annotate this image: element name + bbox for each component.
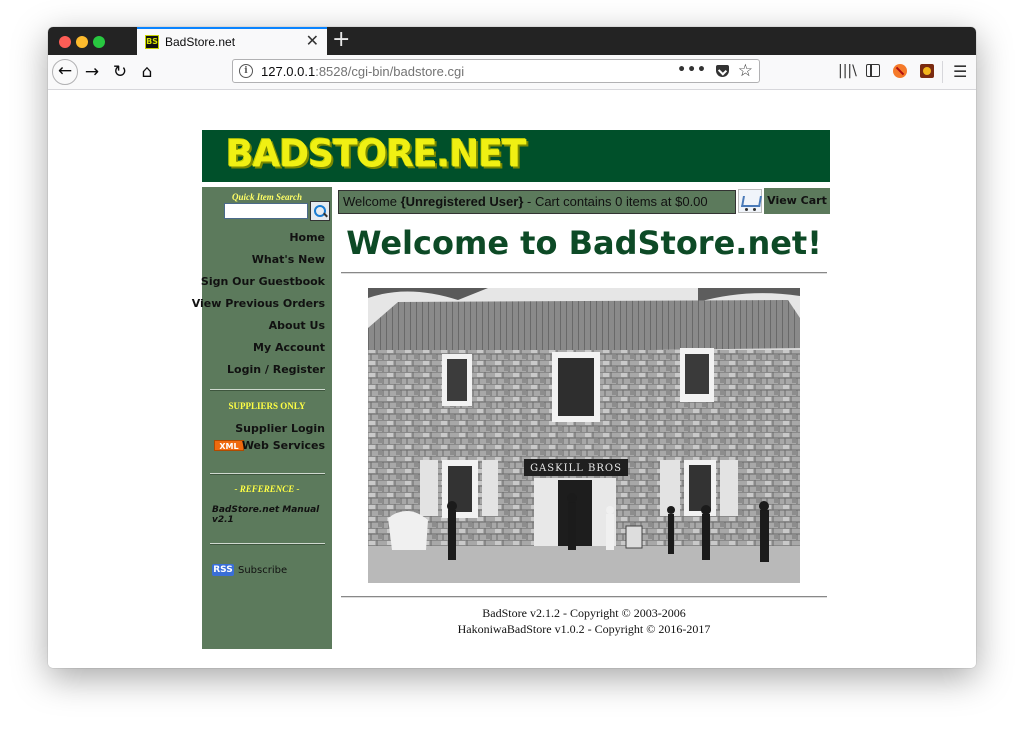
- welcome-status-bar: Welcome {Unregistered User} - Cart conta…: [338, 190, 736, 214]
- url-host: 127.0.0.1: [261, 64, 316, 79]
- url-text[interactable]: 127.0.0.1:8528/cgi-bin/badstore.cgi: [261, 64, 464, 79]
- nav-home[interactable]: Home: [289, 231, 325, 244]
- favicon-icon: BS: [145, 35, 159, 49]
- footer-divider: [341, 596, 827, 598]
- search-icon[interactable]: [310, 201, 330, 221]
- nav-guestbook[interactable]: Sign Our Guestbook: [201, 275, 325, 288]
- forward-button[interactable]: →: [80, 60, 104, 84]
- library-icon[interactable]: |||\: [838, 63, 857, 79]
- nav-supplier-login[interactable]: Supplier Login: [235, 422, 325, 435]
- nav-whats-new[interactable]: What's New: [252, 253, 325, 266]
- nav-my-account[interactable]: My Account: [253, 341, 325, 354]
- address-bar[interactable]: i 127.0.0.1:8528/cgi-bin/badstore.cgi ••…: [232, 59, 760, 83]
- zoom-window-button[interactable]: [93, 36, 105, 48]
- reload-button[interactable]: ↻: [108, 60, 132, 84]
- quick-search-input[interactable]: [224, 203, 308, 219]
- store-sign: GASKILL BROS: [530, 463, 622, 474]
- nav-web-services[interactable]: Web Services: [242, 439, 325, 452]
- view-cart-button[interactable]: View Cart: [764, 188, 830, 214]
- new-tab-button[interactable]: +: [332, 29, 350, 51]
- info-icon[interactable]: i: [239, 64, 253, 78]
- browser-tab[interactable]: BS BadStore.net ✕: [137, 27, 327, 55]
- tab-close-icon[interactable]: ✕: [306, 33, 319, 49]
- shopping-cart-icon[interactable]: [738, 189, 762, 213]
- close-window-button[interactable]: [59, 36, 71, 48]
- title-bar: BS BadStore.net ✕ +: [48, 27, 976, 55]
- browser-window: BS BadStore.net ✕ + ← → ↻ ⌂ i 127.0.0.1:…: [48, 27, 976, 668]
- back-button[interactable]: ←: [52, 59, 78, 85]
- home-button[interactable]: ⌂: [135, 60, 159, 84]
- suppliers-heading: SUPPLIERS ONLY: [228, 401, 306, 411]
- welcome-user: {Unregistered User}: [400, 194, 524, 209]
- nav-previous-orders[interactable]: View Previous Orders: [192, 297, 325, 310]
- page-heading: Welcome to BadStore.net!: [346, 224, 822, 262]
- hamburger-menu-icon[interactable]: ☰: [953, 62, 967, 81]
- left-navigation: Quick Item Search Home What's New Sign O…: [192, 187, 332, 649]
- site-banner: BADSTORE.NET: [202, 130, 830, 182]
- sidebar-toggle-icon[interactable]: [866, 64, 880, 77]
- bookmark-star-icon[interactable]: ☆: [738, 61, 753, 81]
- heading-divider: [341, 272, 827, 274]
- cart-summary: - Cart contains 0 items at $0.00: [523, 194, 708, 209]
- manual-link[interactable]: BadStore.net Manual v2.1: [212, 505, 332, 525]
- navigation-toolbar: ← → ↻ ⌂ i 127.0.0.1:8528/cgi-bin/badstor…: [48, 55, 976, 90]
- page-actions-icon[interactable]: •••: [677, 62, 707, 78]
- footer-copyright-1: BadStore v2.1.2 - Copyright © 2003-2006: [482, 606, 686, 620]
- store-photo: GASKILL BROS: [368, 288, 800, 583]
- site-logo[interactable]: BADSTORE.NET: [226, 133, 527, 176]
- web-page: BADSTORE.NET Quick Item Search Home What…: [48, 90, 976, 668]
- reference-heading: - REFERENCE -: [234, 484, 300, 494]
- xml-badge-icon: XML: [214, 440, 244, 451]
- minimize-window-button[interactable]: [76, 36, 88, 48]
- nav-divider: [210, 389, 325, 391]
- welcome-prefix: Welcome: [343, 194, 401, 209]
- pocket-icon[interactable]: [716, 65, 729, 77]
- rss-icon[interactable]: RSS: [212, 564, 234, 576]
- url-path: :8528/cgi-bin/badstore.cgi: [315, 64, 465, 79]
- nav-divider: [210, 473, 325, 475]
- tab-title: BadStore.net: [165, 35, 236, 49]
- subscribe-link[interactable]: Subscribe: [238, 565, 287, 576]
- toolbar-divider: [942, 61, 943, 83]
- nav-divider: [210, 543, 325, 545]
- footer-copyright-2: HakoniwaBadStore v1.0.2 - Copyright © 20…: [457, 622, 711, 636]
- extension-blocker-icon[interactable]: [893, 64, 907, 78]
- nav-login-register[interactable]: Login / Register: [227, 363, 325, 376]
- nav-about-us[interactable]: About Us: [269, 319, 325, 332]
- extension-icon[interactable]: [920, 64, 934, 78]
